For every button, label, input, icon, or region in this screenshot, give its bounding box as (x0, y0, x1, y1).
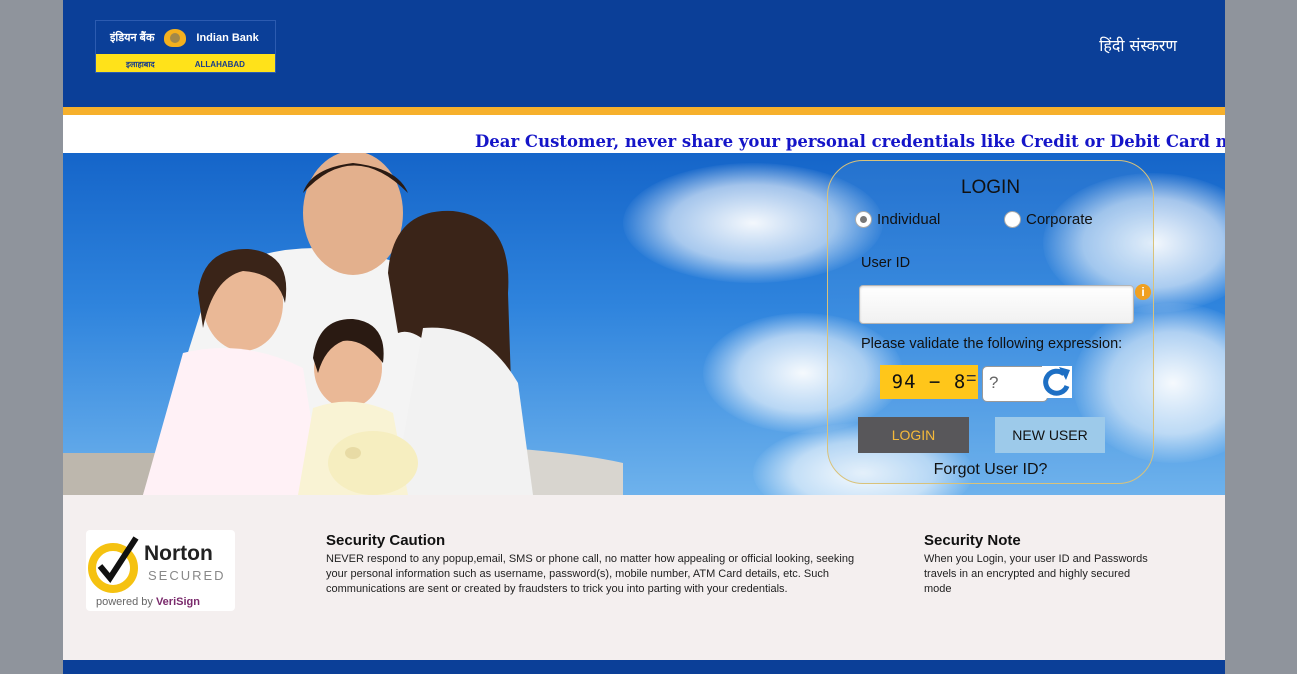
radio-corporate[interactable]: Corporate (1004, 211, 1093, 228)
radio-individual-button[interactable] (855, 211, 872, 228)
announcement-bar: Dear Customer, never share your personal… (63, 115, 1225, 153)
security-note-title: Security Note (924, 532, 1021, 549)
captcha-refresh-icon[interactable] (1042, 366, 1072, 398)
radio-corporate-button[interactable] (1004, 211, 1021, 228)
user-id-label: User ID (861, 255, 911, 271)
logo-english-text: Indian Bank (196, 31, 259, 44)
page: इंडियन बैंक Indian Bank इलाहाबाद ALLAHAB… (63, 0, 1225, 674)
info-icon[interactable]: i (1135, 284, 1151, 300)
verisign-text: VeriSign (155, 596, 200, 608)
norton-brand: Norton (144, 542, 213, 565)
hindi-version-link[interactable]: हिंदी संस्करण (1099, 34, 1177, 56)
captcha-prompt: Please validate the following expression… (861, 336, 1123, 352)
logo-sub-english-text: ALLAHABAD (194, 59, 245, 69)
login-panel: LOGIN Individual Corporate User ID i Ple… (827, 160, 1154, 484)
security-note-text: When you Login, your user ID and Passwor… (924, 553, 1148, 595)
user-id-input[interactable] (859, 285, 1134, 324)
bank-logo[interactable]: इंडियन बैंक Indian Bank इलाहाबाद ALLAHAB… (95, 20, 276, 73)
norton-powered-by: powered by VeriSign (96, 596, 200, 608)
radio-individual-label: Individual (877, 211, 941, 228)
norton-secured-badge[interactable]: Norton SECURED powered by VeriSign (86, 530, 235, 611)
logo-hindi-text: इंडियन बैंक (110, 32, 155, 44)
login-title: LOGIN (960, 177, 1021, 198)
radio-corporate-label: Corporate (1026, 211, 1093, 228)
radio-individual[interactable]: Individual (855, 211, 940, 228)
captcha-image: 94 − 8 (880, 365, 978, 399)
header: इंडियन बैंक Indian Bank इलाहाबाद ALLAHAB… (63, 0, 1225, 107)
family-photo (63, 153, 623, 495)
norton-check-icon (88, 536, 139, 593)
forgot-user-id-link[interactable]: Forgot User ID? (828, 461, 1153, 479)
security-caution-title: Security Caution (326, 532, 446, 549)
norton-secured-text: SECURED (148, 568, 226, 583)
captcha-equals: = (966, 368, 977, 388)
bank-emblem-icon (164, 28, 187, 47)
security-caution-text: NEVER respond to any popup,email, SMS or… (326, 553, 855, 595)
logo-sub-hindi-text: इलाहाबाद (126, 59, 155, 69)
powered-by-text: powered by (96, 596, 153, 608)
hero-banner: LOGIN Individual Corporate User ID i Ple… (63, 153, 1225, 495)
footer-bar (63, 660, 1225, 674)
captcha-answer-input[interactable]: ? (982, 366, 1048, 402)
new-user-button[interactable]: NEW USER (995, 417, 1105, 453)
announcement-text: Dear Customer, never share your personal… (475, 132, 1225, 151)
header-divider (63, 107, 1225, 115)
login-button[interactable]: LOGIN (858, 417, 969, 453)
security-info-section: Norton SECURED powered by VeriSign Secur… (63, 495, 1225, 660)
